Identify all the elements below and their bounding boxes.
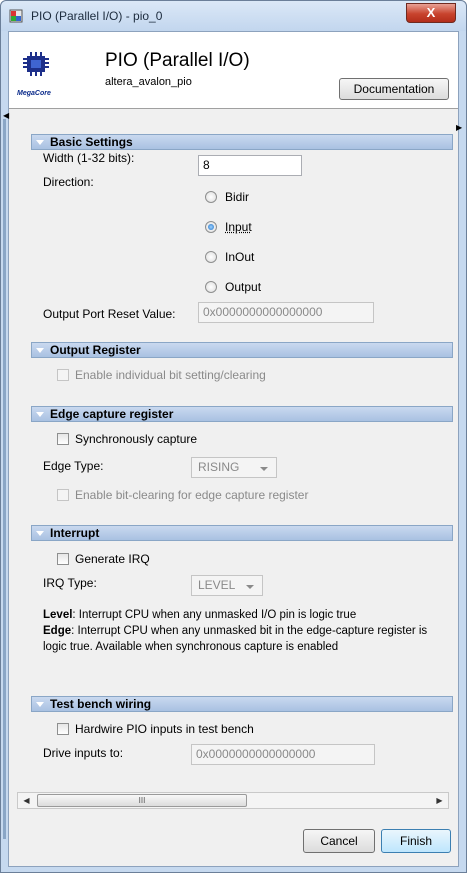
direction-option-label: Output bbox=[225, 280, 262, 294]
width-input[interactable]: 8 bbox=[198, 155, 302, 176]
direction-radio-bidir[interactable] bbox=[205, 191, 217, 203]
close-button[interactable]: X bbox=[406, 3, 456, 23]
collapse-right-arrow-icon[interactable]: ▶ bbox=[456, 123, 462, 132]
title-bar[interactable]: PIO (Parallel I/O) - pio_0 X bbox=[1, 1, 466, 31]
horizontal-scrollbar[interactable]: ◀ III ▶ bbox=[17, 792, 449, 809]
chevron-down-icon bbox=[246, 585, 254, 589]
edge-description: : Interrupt CPU when any unmasked bit in… bbox=[43, 625, 428, 653]
level-term: Level bbox=[43, 609, 73, 621]
collapse-triangle-icon bbox=[36, 701, 44, 707]
collapse-left-arrow-icon[interactable]: ◀ bbox=[3, 111, 9, 120]
collapse-triangle-icon bbox=[36, 347, 44, 353]
hardwire-label: Hardwire PIO inputs in test bench bbox=[75, 722, 254, 736]
scrollbar-thumb[interactable]: III bbox=[37, 794, 247, 807]
sync-capture-label: Synchronously capture bbox=[75, 432, 198, 446]
direction-radio-output[interactable] bbox=[205, 281, 217, 293]
direction-radio-input[interactable] bbox=[205, 221, 217, 233]
section-title: Basic Settings bbox=[50, 135, 133, 149]
edge-type-value: RISING bbox=[198, 460, 240, 474]
collapse-triangle-icon bbox=[36, 530, 44, 536]
panel-splitter[interactable] bbox=[3, 119, 6, 839]
direction-radio-inout[interactable] bbox=[205, 251, 217, 263]
drive-inputs-input[interactable]: 0x0000000000000000 bbox=[191, 744, 375, 765]
section-test-bench[interactable]: Test bench wiring bbox=[31, 696, 453, 712]
generate-irq-label: Generate IRQ bbox=[75, 552, 150, 566]
collapse-triangle-icon bbox=[36, 411, 44, 417]
edge-type-select[interactable]: RISING bbox=[191, 457, 277, 478]
scroll-right-arrow-icon[interactable]: ▶ bbox=[431, 793, 448, 808]
chevron-down-icon bbox=[260, 467, 268, 471]
app-icon bbox=[9, 9, 23, 23]
width-label: Width (1-32 bits): bbox=[43, 151, 135, 165]
section-output-register[interactable]: Output Register bbox=[31, 342, 453, 358]
wizard-window: PIO (Parallel I/O) - pio_0 X MegaCore PI… bbox=[0, 0, 467, 873]
cancel-button[interactable]: Cancel bbox=[303, 829, 375, 853]
window-title: PIO (Parallel I/O) - pio_0 bbox=[31, 9, 163, 23]
edge-term: Edge bbox=[43, 625, 72, 637]
component-subtitle: altera_avalon_pio bbox=[105, 76, 192, 88]
edge-type-label: Edge Type: bbox=[43, 459, 104, 473]
section-title: Test bench wiring bbox=[50, 697, 152, 711]
drive-inputs-label: Drive inputs to: bbox=[43, 746, 124, 760]
bit-setting-label: Enable individual bit setting/clearing bbox=[75, 368, 266, 382]
irq-description: Level: Interrupt CPU when any unmasked I… bbox=[43, 607, 453, 655]
hardwire-checkbox[interactable] bbox=[57, 723, 69, 735]
direction-label: Direction: bbox=[43, 175, 94, 189]
section-title: Edge capture register bbox=[50, 407, 174, 421]
bit-clearing-checkbox[interactable] bbox=[57, 489, 69, 501]
irq-type-label: IRQ Type: bbox=[43, 576, 97, 590]
component-header: MegaCore PIO (Parallel I/O) altera_avalo… bbox=[9, 32, 458, 109]
section-title: Output Register bbox=[50, 343, 141, 357]
scrollbar-grip: III bbox=[138, 796, 146, 805]
section-interrupt[interactable]: Interrupt bbox=[31, 525, 453, 541]
client-area: MegaCore PIO (Parallel I/O) altera_avalo… bbox=[3, 31, 462, 867]
documentation-button[interactable]: Documentation bbox=[339, 78, 449, 100]
reset-value-input[interactable]: 0x0000000000000000 bbox=[198, 302, 374, 323]
bit-setting-checkbox[interactable] bbox=[57, 369, 69, 381]
section-edge-capture[interactable]: Edge capture register bbox=[31, 406, 453, 422]
reset-value-label: Output Port Reset Value: bbox=[43, 307, 176, 321]
megacore-logo-text: MegaCore bbox=[17, 90, 51, 97]
megacore-logo: MegaCore bbox=[17, 50, 77, 98]
section-title: Interrupt bbox=[50, 526, 100, 540]
finish-button[interactable]: Finish bbox=[381, 829, 451, 853]
parameter-panel: ◀ ▶ Basic Settings Width (1-32 bits): 8 … bbox=[3, 111, 462, 839]
megacore-chip-icon bbox=[23, 52, 49, 76]
irq-type-value: LEVEL bbox=[198, 578, 236, 592]
component-title: PIO (Parallel I/O) bbox=[105, 50, 250, 71]
direction-option-label: Input bbox=[225, 220, 252, 234]
irq-type-select[interactable]: LEVEL bbox=[191, 575, 263, 596]
collapse-triangle-icon bbox=[36, 139, 44, 145]
level-description: : Interrupt CPU when any unmasked I/O pi… bbox=[72, 609, 357, 621]
sync-capture-checkbox[interactable] bbox=[57, 433, 69, 445]
scroll-left-arrow-icon[interactable]: ◀ bbox=[18, 793, 35, 808]
generate-irq-checkbox[interactable] bbox=[57, 553, 69, 565]
direction-option-label: Bidir bbox=[225, 190, 250, 204]
bit-clearing-label: Enable bit-clearing for edge capture reg… bbox=[75, 488, 309, 502]
direction-option-label: InOut bbox=[225, 250, 255, 264]
section-basic-settings[interactable]: Basic Settings bbox=[31, 134, 453, 150]
